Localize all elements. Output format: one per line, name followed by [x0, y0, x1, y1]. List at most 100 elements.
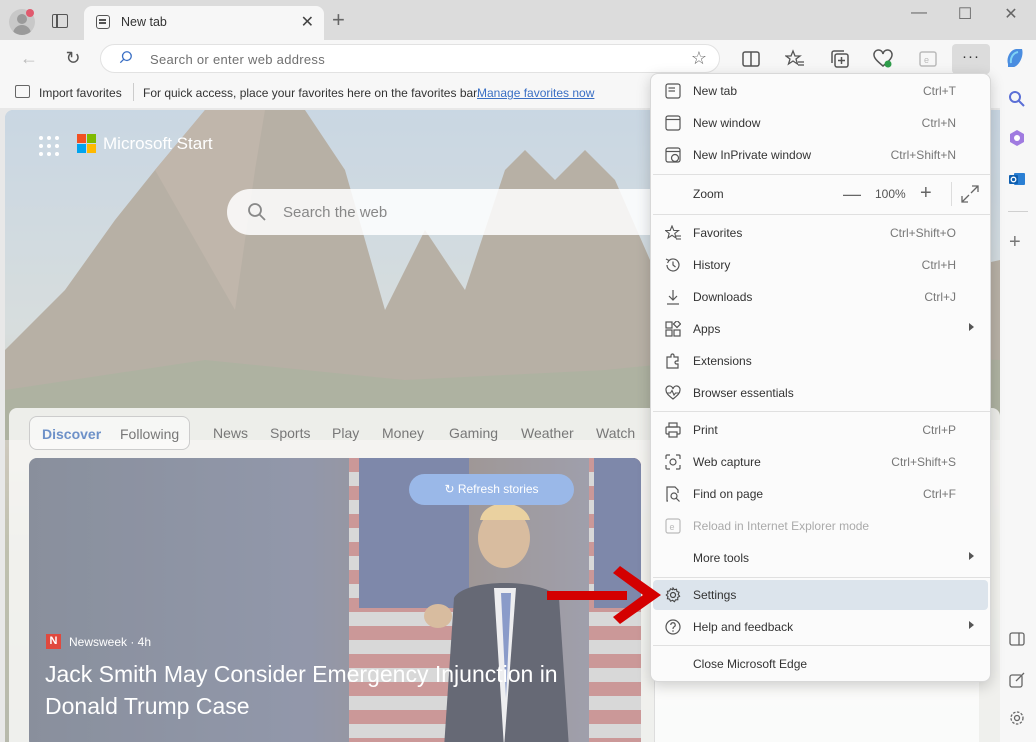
menu-more-tools[interactable]: More tools [653, 542, 988, 574]
menu-label: New tab [693, 84, 738, 98]
menu-apps[interactable]: Apps [653, 313, 988, 345]
tab-new-tab[interactable]: New tab ✕ [84, 6, 324, 40]
hide-sidebar-icon[interactable] [1009, 632, 1025, 646]
address-bar[interactable]: Search or enter web address ☆ [100, 44, 720, 73]
menu-label: Zoom [693, 187, 724, 201]
menu-label: Reload in Internet Explorer mode [693, 519, 870, 533]
microsoft-start-brand[interactable]: Microsoft Start [103, 134, 213, 154]
new-tab-page-icon [96, 15, 110, 29]
menu-shortcut: Ctrl+H [921, 258, 956, 272]
tab-title: New tab [121, 15, 167, 29]
menu-separator [653, 214, 990, 215]
menu-label: History [693, 258, 731, 272]
nav-weather[interactable]: Weather [521, 425, 574, 441]
menu-close-edge[interactable]: Close Microsoft Edge [653, 648, 988, 680]
maximize-icon[interactable]: ☐ [942, 4, 988, 26]
menu-new-inprivate-window[interactable]: New InPrivate window Ctrl+Shift+N [653, 139, 988, 171]
feed-tab-switch: Discover Following [29, 416, 190, 450]
outlook-sidebar-icon[interactable] [1008, 170, 1026, 188]
settings-and-more-button[interactable]: ··· [952, 44, 990, 74]
favorites-hint: For quick access, place your favorites h… [143, 86, 480, 100]
title-bar: New tab ✕ + — ☐ ✕ [0, 0, 1036, 40]
favorites-icon [665, 225, 681, 240]
edge-sidebar: + [1000, 76, 1036, 742]
add-sidebar-app-icon[interactable]: + [1009, 232, 1021, 252]
menu-shortcut: Ctrl+Shift+O [889, 226, 956, 240]
refresh-icon[interactable]: ↻ [62, 47, 84, 69]
settings-gear-icon [665, 587, 681, 603]
new-tab-plus-icon[interactable]: + [332, 9, 345, 31]
import-favorites-button[interactable]: Import favorites [39, 86, 122, 100]
download-icon [667, 290, 679, 305]
nav-sports[interactable]: Sports [270, 425, 310, 441]
nav-play[interactable]: Play [332, 425, 359, 441]
minimize-icon[interactable]: — [896, 4, 942, 26]
nav-watch[interactable]: Watch [596, 425, 635, 441]
nav-news[interactable]: News [213, 425, 248, 441]
refresh-stories-button[interactable]: ↻ Refresh stories [409, 474, 574, 505]
zoom-in-icon[interactable]: + [920, 182, 932, 205]
menu-new-tab[interactable]: New tab Ctrl+T [653, 75, 988, 107]
window-close-icon[interactable]: ✕ [988, 4, 1034, 26]
sidebar-settings-gear-icon[interactable] [1009, 710, 1025, 726]
nav-money[interactable]: Money [382, 425, 424, 441]
menu-separator [653, 645, 990, 646]
navigation-bar: ← ↻ Search or enter web address ☆ e ··· [0, 40, 1036, 76]
nav-gaming[interactable]: Gaming [449, 425, 498, 441]
back-arrow-icon[interactable]: ← [18, 47, 40, 69]
find-on-page-icon [666, 486, 680, 502]
open-external-icon[interactable] [1009, 672, 1025, 688]
submenu-arrow-icon [969, 621, 974, 629]
tab-following[interactable]: Following [120, 426, 179, 442]
menu-history[interactable]: History Ctrl+H [653, 249, 988, 281]
story-headline[interactable]: Jack Smith May Consider Emergency Injunc… [45, 658, 625, 722]
menu-shortcut: Ctrl+Shift+S [891, 455, 956, 469]
zoom-value: 100% [875, 187, 906, 201]
add-favorite-star-icon[interactable]: ☆ [691, 48, 707, 69]
zoom-out-icon[interactable]: — [843, 184, 861, 205]
menu-print[interactable]: Print Ctrl+P [653, 414, 988, 446]
app-launcher-icon[interactable] [39, 136, 59, 156]
collections-icon[interactable] [830, 49, 850, 69]
tab-actions-icon[interactable] [52, 14, 68, 28]
new-tab-icon [665, 83, 681, 99]
menu-label: Help and feedback [693, 620, 794, 634]
menu-find-on-page[interactable]: Find on page Ctrl+F [653, 478, 988, 510]
menu-shortcut: Ctrl+N [921, 116, 956, 130]
help-question-icon [665, 619, 681, 635]
menu-web-capture[interactable]: Web capture Ctrl+Shift+S [653, 446, 988, 478]
menu-shortcut: Ctrl+Shift+N [890, 148, 956, 162]
menu-label: Settings [693, 588, 737, 602]
tab-close-icon[interactable]: ✕ [301, 12, 314, 32]
browser-essentials-heart-icon[interactable] [873, 49, 893, 69]
manage-favorites-link[interactable]: Manage favorites now [477, 86, 594, 100]
menu-favorites[interactable]: Favorites Ctrl+Shift+O [653, 217, 988, 249]
address-placeholder: Search or enter web address [150, 52, 326, 67]
favorites-star-icon[interactable] [785, 49, 805, 69]
shopping-sidebar-icon[interactable] [1008, 129, 1026, 147]
split-screen-icon[interactable] [741, 49, 761, 69]
menu-shortcut: Ctrl+J [924, 290, 956, 304]
menu-label: Downloads [693, 290, 753, 304]
history-icon [665, 258, 680, 272]
sidebar-separator [1008, 211, 1028, 212]
menu-separator [653, 411, 990, 412]
menu-extensions[interactable]: Extensions [653, 345, 988, 377]
menu-label: Browser essentials [693, 386, 794, 400]
svg-text:e: e [670, 522, 675, 532]
menu-reload-ie-mode: e Reload in Internet Explorer mode [653, 510, 988, 542]
menu-settings[interactable]: Settings [653, 580, 988, 610]
profile-notification-dot [26, 9, 34, 17]
menu-browser-essentials[interactable]: Browser essentials [653, 377, 988, 409]
search-sidebar-icon[interactable] [1008, 90, 1026, 108]
fullscreen-icon[interactable] [961, 185, 979, 203]
copilot-icon[interactable] [1003, 46, 1027, 70]
heart-pulse-icon [665, 385, 681, 400]
menu-help-and-feedback[interactable]: Help and feedback [653, 611, 988, 643]
tab-discover[interactable]: Discover [42, 426, 101, 442]
menu-downloads[interactable]: Downloads Ctrl+J [653, 281, 988, 313]
newsweek-logo: N [46, 634, 61, 649]
menu-label: More tools [693, 551, 750, 565]
menu-new-window[interactable]: New window Ctrl+N [653, 107, 988, 139]
ie-mode-icon: e [919, 51, 937, 67]
